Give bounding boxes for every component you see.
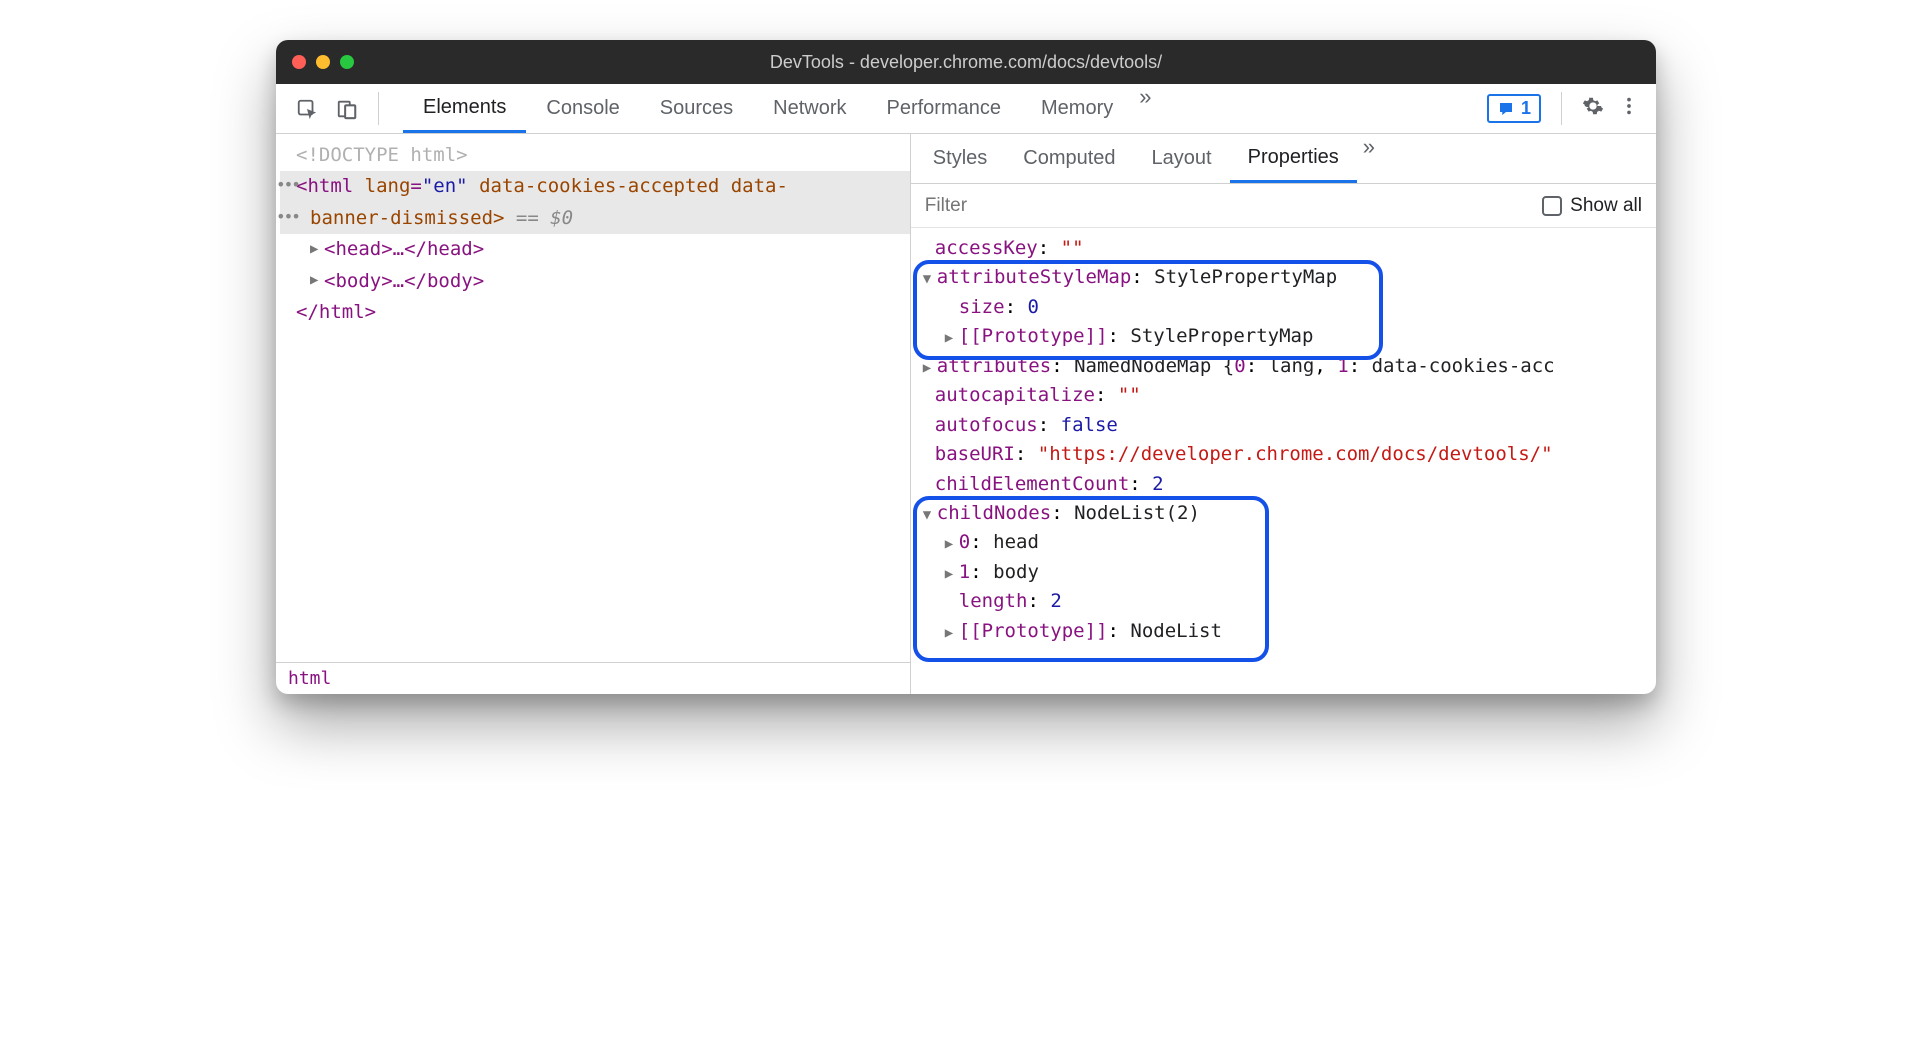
- separator: [378, 92, 379, 125]
- maximize-window-button[interactable]: [340, 55, 354, 69]
- window-title: DevTools - developer.chrome.com/docs/dev…: [276, 52, 1656, 73]
- prop-childNodes-1[interactable]: 1: body: [917, 558, 1656, 587]
- toolbar-left: [284, 84, 393, 133]
- settings-icon[interactable]: [1582, 95, 1604, 122]
- breadcrumb[interactable]: html: [276, 662, 910, 694]
- properties-filter-input[interactable]: [925, 195, 1528, 217]
- tab-properties[interactable]: Properties: [1230, 134, 1357, 183]
- minimize-window-button[interactable]: [316, 55, 330, 69]
- dom-body[interactable]: ▶<body>…</body>: [280, 266, 910, 297]
- prop-autocapitalize[interactable]: autocapitalize: "": [917, 381, 1656, 410]
- prop-autofocus[interactable]: autofocus: false: [917, 411, 1656, 440]
- show-all-label: Show all: [1570, 195, 1642, 217]
- tab-styles[interactable]: Styles: [915, 134, 1005, 183]
- issues-count: 1: [1521, 98, 1531, 119]
- tab-computed[interactable]: Computed: [1005, 134, 1133, 183]
- tab-performance[interactable]: Performance: [867, 84, 1022, 133]
- properties-list[interactable]: accessKey: "" attributeStyleMap: StylePr…: [911, 228, 1656, 694]
- show-all-checkbox[interactable]: [1542, 196, 1562, 216]
- tab-elements[interactable]: Elements: [403, 84, 526, 133]
- dom-html-open-cont[interactable]: banner-dismissed> == $0: [280, 203, 910, 234]
- tab-sources[interactable]: Sources: [640, 84, 753, 133]
- dom-tree[interactable]: <!DOCTYPE html> <html lang="en" data-coo…: [276, 134, 910, 662]
- tab-console[interactable]: Console: [526, 84, 639, 133]
- toolbar-right: 1: [1479, 84, 1648, 133]
- tab-memory[interactable]: Memory: [1021, 84, 1133, 133]
- traffic-lights: [292, 55, 354, 69]
- dom-html-close[interactable]: </html>: [280, 297, 910, 328]
- prop-attributeStyleMap-size[interactable]: size: 0: [917, 293, 1656, 322]
- window-titlebar: DevTools - developer.chrome.com/docs/dev…: [276, 40, 1656, 84]
- dom-html-open[interactable]: <html lang="en" data-cookies-accepted da…: [280, 171, 910, 202]
- prop-attributes[interactable]: attributes: NamedNodeMap {0: lang, 1: da…: [917, 352, 1656, 381]
- close-window-button[interactable]: [292, 55, 306, 69]
- main-tab-strip: Elements Console Sources Network Perform…: [403, 84, 1479, 133]
- prop-childNodes-length[interactable]: length: 2: [917, 587, 1656, 616]
- devtools-window: DevTools - developer.chrome.com/docs/dev…: [276, 40, 1656, 694]
- separator: [1561, 92, 1562, 125]
- more-sidebar-tabs-icon[interactable]: »: [1357, 134, 1381, 183]
- kebab-menu-icon[interactable]: [1618, 95, 1640, 122]
- issues-badge[interactable]: 1: [1487, 94, 1541, 123]
- sidebar-panel: Styles Computed Layout Properties » Show…: [911, 134, 1656, 694]
- prop-attributeStyleMap-proto[interactable]: [[Prototype]]: StylePropertyMap: [917, 322, 1656, 351]
- tab-network[interactable]: Network: [753, 84, 866, 133]
- dom-doctype[interactable]: <!DOCTYPE html>: [280, 140, 910, 171]
- prop-childNodes-proto[interactable]: [[Prototype]]: NodeList: [917, 617, 1656, 646]
- device-toolbar-icon[interactable]: [332, 94, 362, 124]
- show-all-toggle[interactable]: Show all: [1542, 195, 1642, 217]
- main-toolbar: Elements Console Sources Network Perform…: [276, 84, 1656, 134]
- content-area: <!DOCTYPE html> <html lang="en" data-coo…: [276, 134, 1656, 694]
- prop-accessKey[interactable]: accessKey: "": [917, 234, 1656, 263]
- prop-attributeStyleMap[interactable]: attributeStyleMap: StylePropertyMap: [917, 263, 1656, 292]
- inspect-element-icon[interactable]: [292, 94, 322, 124]
- prop-childElementCount[interactable]: childElementCount: 2: [917, 470, 1656, 499]
- prop-childNodes[interactable]: childNodes: NodeList(2): [917, 499, 1656, 528]
- tab-layout[interactable]: Layout: [1134, 134, 1230, 183]
- elements-panel: <!DOCTYPE html> <html lang="en" data-coo…: [276, 134, 911, 694]
- prop-baseURI[interactable]: baseURI: "https://developer.chrome.com/d…: [917, 440, 1656, 469]
- properties-filter-row: Show all: [911, 184, 1656, 228]
- sidebar-tab-strip: Styles Computed Layout Properties »: [911, 134, 1656, 184]
- more-tabs-icon[interactable]: »: [1133, 84, 1157, 133]
- prop-childNodes-0[interactable]: 0: head: [917, 528, 1656, 557]
- dom-head[interactable]: ▶<head>…</head>: [280, 234, 910, 265]
